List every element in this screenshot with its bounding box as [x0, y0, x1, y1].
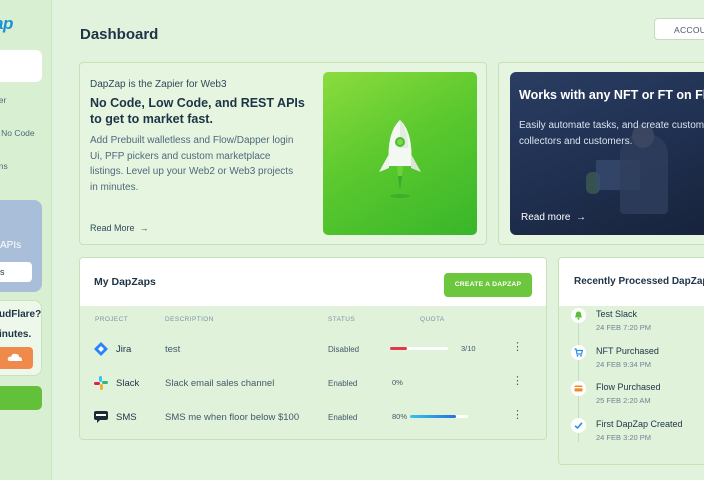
sidebar-cloudflare-card: udFlare? inutes.	[0, 300, 42, 376]
sms-icon	[94, 411, 108, 423]
project-name: Jira	[116, 344, 132, 355]
hero-card: DapZap is the Zapier for Web3 No Code, L…	[79, 62, 487, 245]
event-name: Flow Purchased	[596, 382, 661, 392]
arrow-right-icon: →	[137, 223, 149, 233]
timeline-item[interactable]: Test Slack 24 FEB 7:20 PM	[559, 308, 704, 344]
hero-headline: No Code, Low Code, and REST APIs to get …	[90, 96, 305, 126]
nft-card: Works with any NFT or FT on Flo Easily a…	[510, 72, 704, 235]
col-header-description: DESCRIPTION	[165, 316, 214, 323]
quota-text: 3/10	[461, 344, 476, 353]
quota-bar-fill	[410, 415, 457, 418]
quota-bar-fill	[390, 347, 408, 350]
project-status: Enabled	[328, 379, 358, 388]
recent-header: Recently Processed DapZaps	[559, 258, 704, 306]
cloudflare-button[interactable]	[0, 347, 33, 369]
project-description: Slack email sales channel	[165, 378, 275, 389]
card-icon	[571, 381, 586, 396]
page-title: Dashboard	[80, 26, 159, 43]
event-name: Test Slack	[596, 309, 638, 319]
sidebar-promo-card: APIs s	[0, 200, 42, 292]
recent-title: Recently Processed DapZaps	[574, 276, 704, 287]
table-row[interactable]: Jira test Disabled 3/10 ⋮	[80, 332, 546, 366]
sidebar: ap der d No Code ons APIs s udFlare? inu…	[0, 0, 52, 480]
sidebar-link-1[interactable]: der	[0, 95, 6, 105]
rocket-illustration	[323, 72, 477, 235]
arrow-right-icon: →	[573, 212, 587, 223]
quota-percent: 0%	[392, 378, 403, 387]
check-icon	[571, 418, 586, 433]
event-time: 24 FEB 7:20 PM	[596, 323, 652, 332]
rocket-icon	[379, 120, 421, 198]
account-button[interactable]: ACCOU	[654, 18, 704, 40]
timeline-item[interactable]: NFT Purchased 24 FEB 9:34 PM	[559, 345, 704, 381]
dapzaps-title: My DapZaps	[94, 276, 156, 288]
sidebar-search-input[interactable]	[0, 50, 42, 82]
sidebar-action-button[interactable]	[0, 386, 42, 410]
table-row[interactable]: SMS SMS me when floor below $100 Enabled…	[80, 400, 546, 434]
timeline-item[interactable]: First DapZap Created 24 FEB 3:20 PM	[559, 418, 704, 454]
hero-read-more-link[interactable]: Read More →	[90, 223, 149, 233]
more-options-icon[interactable]: ⋮	[512, 374, 523, 388]
event-name: First DapZap Created	[596, 419, 683, 429]
project-status: Enabled	[328, 413, 358, 422]
event-time: 25 FEB 2:20 AM	[596, 396, 651, 405]
nft-card-desc-line1: Easily automate tasks, and create custom	[519, 120, 704, 131]
col-header-project: PROJECT	[95, 316, 129, 323]
project-name: Slack	[116, 378, 140, 389]
create-dapzap-button[interactable]: CREATE A DAPZAP	[444, 273, 532, 297]
event-time: 24 FEB 9:34 PM	[596, 360, 652, 369]
col-header-quota: QUOTA	[420, 316, 445, 323]
sidebar-link-2[interactable]: d No Code	[0, 128, 35, 138]
cloudflare-card-line2: inutes.	[0, 329, 32, 340]
hero-kicker: DapZap is the Zapier for Web3	[90, 79, 227, 90]
nft-card-title: Works with any NFT or FT on Flo	[519, 88, 704, 102]
bell-icon	[571, 308, 586, 323]
timeline-item[interactable]: Flow Purchased 25 FEB 2:20 AM	[559, 381, 704, 417]
event-time: 24 FEB 3:20 PM	[596, 433, 652, 442]
nft-card-desc: Easily automate tasks, and create custom…	[519, 118, 704, 149]
promo-card-button[interactable]: s	[0, 262, 32, 282]
event-name: NFT Purchased	[596, 346, 659, 356]
project-description: test	[165, 344, 181, 355]
table-row[interactable]: Slack Slack email sales channel Enabled …	[80, 366, 546, 400]
nft-card-desc-line2: collectors and customers.	[519, 135, 633, 147]
quota-bar	[410, 415, 468, 418]
promo-card-title: APIs	[0, 240, 22, 251]
hero-read-more-label: Read More	[90, 223, 135, 233]
slack-icon	[94, 376, 108, 390]
cart-icon	[571, 345, 586, 360]
recently-processed-panel: Recently Processed DapZaps Test Slack 24…	[558, 257, 704, 465]
more-options-icon[interactable]: ⋮	[512, 340, 523, 354]
sidebar-link-3[interactable]: ons	[0, 161, 8, 171]
dapzap-logo[interactable]: ap	[0, 14, 13, 34]
hero-body: Add Prebuilt walletless and Flow/Dapper …	[90, 135, 294, 193]
quota-percent: 80%	[392, 412, 408, 421]
quota-bar	[390, 347, 448, 350]
project-status: Disabled	[328, 345, 360, 354]
more-options-icon[interactable]: ⋮	[512, 408, 523, 422]
nft-read-more-link[interactable]: Read more →	[521, 212, 586, 223]
jira-icon	[94, 342, 108, 356]
cloudflare-card-line1: udFlare?	[0, 309, 42, 320]
dapzaps-header: My DapZaps CREATE A DAPZAP	[80, 258, 546, 306]
cloud-icon	[7, 353, 22, 361]
project-name: SMS	[116, 412, 137, 423]
col-header-status: STATUS	[328, 316, 356, 323]
project-description: SMS me when floor below $100	[165, 412, 300, 423]
my-dapzaps-panel: My DapZaps CREATE A DAPZAP PROJECT DESCR…	[79, 257, 547, 440]
nft-read-more-label: Read more	[521, 212, 571, 223]
